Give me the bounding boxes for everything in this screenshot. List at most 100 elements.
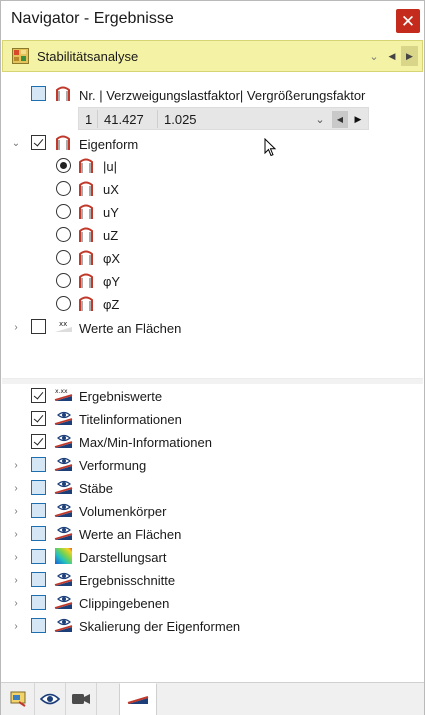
expand-icon[interactable]: › (11, 460, 21, 471)
results-display-icon (54, 572, 73, 586)
view-tab-icon (40, 693, 60, 705)
eigenform-checkbox[interactable] (31, 135, 46, 150)
tab-results[interactable] (119, 683, 157, 715)
display-item-checkbox[interactable] (31, 549, 46, 564)
results-display-icon (54, 526, 73, 540)
navigator-tabs (1, 682, 424, 715)
eigenform-option-label: φZ (103, 297, 120, 312)
expand-icon[interactable]: › (11, 552, 21, 563)
display-item-checkbox[interactable] (31, 595, 46, 610)
surface-values-label: Werte an Flächen (79, 321, 182, 336)
close-button[interactable]: ✕ (396, 9, 420, 33)
window-title: Navigator - Ergebnisse (11, 10, 174, 27)
mode-shape-icon (56, 135, 70, 150)
display-item-label: Skalierung der Eigenformen (79, 619, 241, 634)
display-item-checkbox[interactable] (31, 618, 46, 633)
display-item-checkbox[interactable] (31, 526, 46, 541)
magnification-factor: 1.025 (164, 112, 197, 127)
display-item-label: Werte an Flächen (79, 527, 182, 542)
results-display-icon (54, 457, 73, 471)
results-tab-icon (127, 695, 149, 704)
eigenform-option-label: |u| (103, 159, 117, 174)
surface-values-icon: xx (55, 320, 72, 332)
expand-icon[interactable]: › (11, 529, 21, 540)
mouse-cursor (264, 137, 278, 158)
expand-icon[interactable]: › (11, 506, 21, 517)
results-display-icon (54, 503, 73, 517)
surface-values-checkbox[interactable] (31, 319, 46, 334)
mode-shape-icon (79, 227, 93, 242)
svg-text:xx: xx (59, 320, 67, 328)
expand-icon[interactable]: › (11, 483, 21, 494)
mode-shape-icon (79, 273, 93, 288)
eigenform-option-label: φY (103, 274, 121, 289)
mode-shape-dropdown[interactable]: 1 41.427 1.025 ⌄ ◀ ▶ (78, 107, 369, 130)
display-item-label: Ergebnisschnitte (79, 573, 176, 588)
mode-shape-icon (79, 181, 93, 196)
eigenform-option-label: uZ (103, 228, 119, 243)
analysis-type-label: Stabilitätsanalyse (37, 49, 139, 64)
results-display-icon (54, 434, 73, 448)
title-bar: Navigator - Ergebnisse ✕ (1, 1, 424, 39)
display-item-checkbox[interactable] (31, 411, 46, 426)
mode-shape-icon (79, 158, 93, 173)
section-divider (2, 378, 423, 384)
data-tab-icon (10, 691, 26, 707)
next-arrow-icon[interactable]: ▶ (401, 46, 418, 66)
display-item-checkbox[interactable] (31, 434, 46, 449)
eigenform-option-label: φX (103, 251, 121, 266)
results-display-icon (54, 411, 73, 425)
next-mode-icon[interactable]: ▶ (350, 111, 366, 128)
mode-number: 1 (85, 112, 93, 127)
camera-tab-icon (72, 694, 90, 704)
display-item-label: Titelinformationen (79, 412, 182, 427)
close-icon: ✕ (400, 11, 416, 31)
eigenform-option-label: uY (103, 205, 119, 220)
previous-arrow-icon[interactable]: ◀ (384, 47, 400, 65)
results-display-icon (54, 480, 73, 494)
eigenform-radio[interactable] (56, 204, 71, 219)
collapse-icon[interactable]: ⌄ (11, 138, 21, 149)
eigenform-radio[interactable] (56, 158, 71, 173)
mode-shape-icon (79, 204, 93, 219)
mode-shape-checkbox[interactable] (31, 86, 46, 101)
svg-text:x.xx: x.xx (55, 388, 68, 395)
result-values-icon: x.xx (54, 388, 73, 401)
mode-shape-icon (79, 250, 93, 265)
tab-camera[interactable] (66, 683, 97, 715)
eigenform-radio[interactable] (56, 250, 71, 265)
analysis-type-selector[interactable]: Stabilitätsanalyse ⌄ ◀ ▶ (2, 40, 423, 72)
results-display-icon (54, 595, 73, 609)
eigenform-option-label: uX (103, 182, 119, 197)
display-item-label: Clippingebenen (79, 596, 170, 611)
expand-icon[interactable]: › (11, 621, 21, 632)
display-item-label: Volumenkörper (79, 504, 167, 519)
eigenform-radio[interactable] (56, 227, 71, 242)
display-item-checkbox[interactable] (31, 572, 46, 587)
expand-icon[interactable]: › (11, 322, 21, 333)
critical-load-factor: 41.427 (104, 112, 144, 127)
tab-view[interactable] (35, 683, 66, 715)
results-display-icon (54, 618, 73, 632)
eigenform-radio[interactable] (56, 181, 71, 196)
display-item-checkbox[interactable] (31, 503, 46, 518)
eigenform-radio[interactable] (56, 296, 71, 311)
eigenform-label: Eigenform (79, 137, 139, 152)
display-item-label: Max/Min-Informationen (79, 435, 212, 450)
eigenform-radio[interactable] (56, 273, 71, 288)
expand-icon[interactable]: › (11, 598, 21, 609)
mode-shape-icon (79, 296, 93, 311)
display-item-label: Darstellungsart (79, 550, 167, 565)
display-item-label: Ergebniswerte (79, 389, 163, 404)
display-item-label: Stäbe (79, 481, 113, 496)
display-item-checkbox[interactable] (31, 388, 46, 403)
chevron-down-icon[interactable]: ⌄ (366, 46, 382, 66)
tab-data[interactable] (4, 683, 35, 715)
expand-icon[interactable]: › (11, 575, 21, 586)
previous-mode-icon[interactable]: ◀ (332, 111, 348, 128)
display-item-checkbox[interactable] (31, 480, 46, 495)
mode-shape-icon (56, 86, 70, 101)
display-type-icon (55, 548, 72, 564)
chevron-down-icon[interactable]: ⌄ (313, 111, 327, 127)
display-item-checkbox[interactable] (31, 457, 46, 472)
